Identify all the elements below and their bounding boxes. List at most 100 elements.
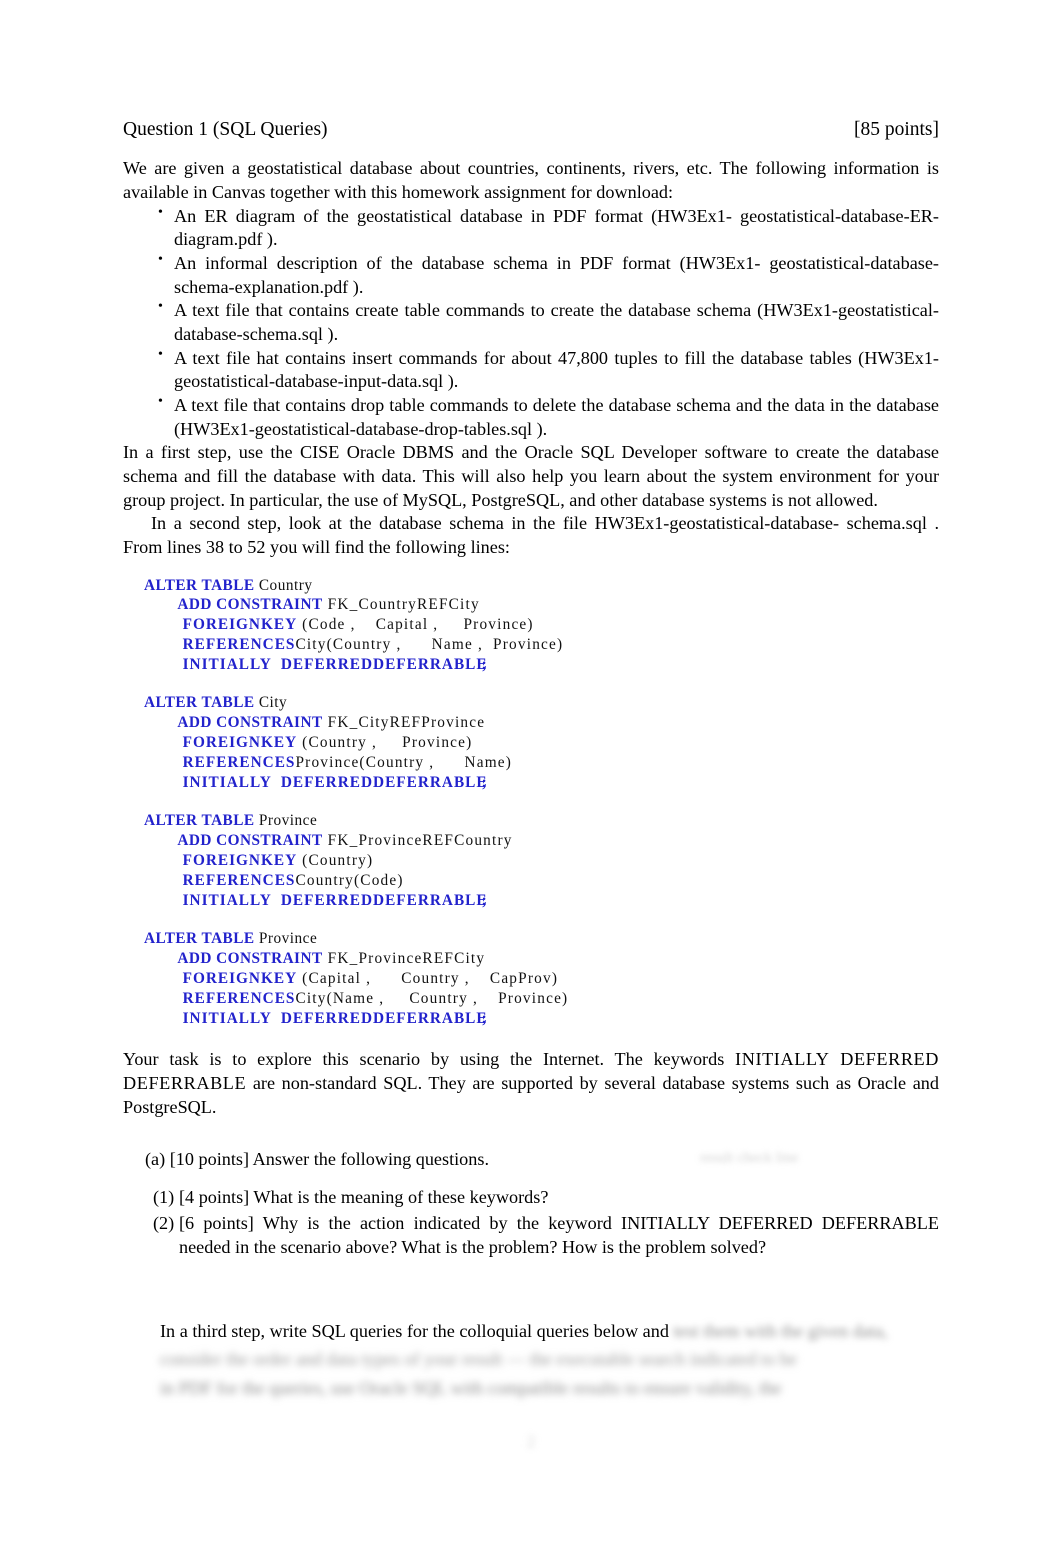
sql-token: ;: [481, 656, 487, 674]
list-item: An informal description of the database …: [158, 251, 939, 299]
intro-paragraph: We are given a geostatistical database a…: [123, 158, 939, 203]
sql-line: ALTER TABLE Country: [144, 576, 939, 596]
sql-token: INITIALLY DEFERRED: [144, 1009, 374, 1027]
sql-token: ;: [481, 774, 487, 792]
sql-token: Country(Code): [295, 871, 404, 889]
sql-token: (Country): [297, 851, 374, 869]
sql-token: DEFERRABLE: [373, 1009, 488, 1027]
subpart-2-text: [6 points] Why is the action indicated b…: [179, 1212, 939, 1257]
sql-token: ALTER TABLE: [144, 929, 255, 947]
part-a-subparts: (1) [4 points] What is the meaning of th…: [153, 1185, 939, 1259]
question-points: [85 points]: [853, 119, 939, 140]
task-paragraph: Your task is to explore this scenario by…: [123, 1047, 939, 1119]
subpart-1-marker: (1): [153, 1186, 175, 1207]
sql-token: ADD CONSTRAINT: [144, 596, 323, 614]
sql-token: FOREIGNKEY: [144, 616, 298, 634]
sql-token: City(Country , Name , Province): [295, 636, 564, 654]
sql-line: ADD CONSTRAINT FK_CountryREFCity: [144, 595, 939, 615]
list-item: A text file hat contains insert commands…: [158, 346, 939, 394]
third-step-blurred-tail: test them with the given data,: [668, 1321, 888, 1341]
list-item: A text file that contains create table c…: [158, 298, 939, 346]
sql-line: ADD CONSTRAINT FK_ProvinceREFCountry: [144, 831, 939, 851]
question-heading: Question 1 (SQL Queries) [85 points]: [123, 118, 939, 142]
download-items-list: An ER diagram of the geostatistical data…: [123, 204, 939, 442]
sql-token: ALTER TABLE: [144, 576, 255, 594]
sql-line: ALTER TABLE Province: [144, 929, 939, 949]
third-step-blurred-line-3: in PDF for the queries, use Oracle SQL w…: [160, 1377, 782, 1398]
sql-token: FOREIGNKEY: [144, 851, 298, 869]
sql-line: FOREIGNKEY (Code , Capital , Province): [144, 615, 939, 635]
sql-line: INITIALLY DEFERREDDEFERRABLE;: [144, 891, 939, 911]
sql-line: FOREIGNKEY (Capital , Country , CapProv): [144, 969, 939, 989]
sql-token: Province(Country , Name): [295, 754, 513, 772]
sql-token: FK_CityREFProvince: [322, 714, 486, 732]
second-step-paragraph: In a second step, look at the database s…: [123, 513, 939, 557]
sql-line: REFERENCESProvince(Country , Name): [144, 753, 939, 773]
ghost-blurred-fragment: result check line: [700, 1150, 799, 1166]
sql-token: INITIALLY DEFERRED: [144, 656, 374, 674]
sql-line: REFERENCESCity(Name , Country , Province…: [144, 989, 939, 1009]
document-page: Question 1 (SQL Queries) [85 points] We …: [0, 0, 1062, 1561]
first-step-paragraph: In a first step, use the CISE Oracle DBM…: [123, 442, 939, 510]
sql-token: ADD CONSTRAINT: [144, 832, 323, 850]
sql-token: INITIALLY DEFERRED: [144, 891, 374, 909]
sql-block-alter-province-country: ALTER TABLE Province ADD CONSTRAINT FK_P…: [144, 811, 939, 911]
third-step-sharp: In a third step, write SQL queries for t…: [160, 1321, 669, 1341]
sql-token: Country: [254, 576, 313, 594]
sql-token: FK_ProvinceREFCity: [322, 949, 486, 967]
sql-line: FOREIGNKEY (Country): [144, 851, 939, 871]
page-number: 2: [526, 1432, 536, 1451]
sql-token: (Country , Province): [297, 734, 473, 752]
sql-line: INITIALLY DEFERREDDEFERRABLE;: [144, 773, 939, 793]
sql-token: ALTER TABLE: [144, 812, 255, 830]
sql-block-alter-country: ALTER TABLE Country ADD CONSTRAINT FK_Co…: [144, 576, 939, 676]
sql-line: REFERENCESCity(Country , Name , Province…: [144, 635, 939, 655]
sql-token: City: [254, 694, 288, 712]
sql-token: FOREIGNKEY: [144, 969, 298, 987]
task-text-before: Your task is to explore this scenario by…: [123, 1048, 736, 1069]
list-item: An ER diagram of the geostatistical data…: [158, 204, 939, 252]
sql-token: REFERENCES: [144, 871, 296, 889]
third-step-blurred-line-2: consider the order and data types of you…: [160, 1349, 797, 1370]
sql-token: ;: [481, 1009, 487, 1027]
subpart-2: (2) [6 points] Why is the action indicat…: [153, 1211, 939, 1259]
sql-line: ADD CONSTRAINT FK_CityREFProvince: [144, 713, 939, 733]
sql-token: REFERENCES: [144, 754, 296, 772]
sql-token: ADD CONSTRAINT: [144, 714, 323, 732]
sql-token: REFERENCES: [144, 989, 296, 1007]
sql-line: REFERENCESCountry(Code): [144, 871, 939, 891]
sql-line: FOREIGNKEY (Country , Province): [144, 733, 939, 753]
sql-token: ;: [481, 891, 487, 909]
sql-line: ALTER TABLE Province: [144, 811, 939, 831]
sql-token: (Capital , Country , CapProv): [297, 969, 559, 987]
list-item: A text file that contains drop table com…: [158, 393, 939, 441]
sql-token: REFERENCES: [144, 636, 296, 654]
sql-token: DEFERRABLE: [373, 656, 488, 674]
sql-block-alter-city: ALTER TABLE City ADD CONSTRAINT FK_CityR…: [144, 693, 939, 793]
sql-token: FOREIGNKEY: [144, 734, 298, 752]
sql-token: INITIALLY DEFERRED: [144, 774, 374, 792]
sql-token: DEFERRABLE: [373, 891, 488, 909]
subpart-1-text: [4 points] What is the meaning of these …: [179, 1186, 549, 1207]
sql-line: INITIALLY DEFERREDDEFERRABLE;: [144, 1009, 939, 1029]
subpart-2-marker: (2): [153, 1212, 175, 1233]
third-step-visible-text: In a third step, write SQL queries for t…: [160, 1321, 888, 1341]
sql-line: ADD CONSTRAINT FK_ProvinceREFCity: [144, 949, 939, 969]
sql-code-listing: ALTER TABLE Country ADD CONSTRAINT FK_Co…: [123, 576, 939, 1029]
sql-token: FK_CountryREFCity: [322, 596, 480, 614]
sql-token: DEFERRABLE: [373, 774, 488, 792]
task-text-after: are non-standard SQL. They are supported…: [123, 1072, 939, 1117]
sql-token: Province: [254, 929, 318, 947]
third-step-paragraph: In a third step, write SQL queries for t…: [160, 1318, 950, 1401]
sql-token: City(Name , Country , Province): [295, 989, 569, 1007]
sql-block-alter-province-city: ALTER TABLE Province ADD CONSTRAINT FK_P…: [144, 929, 939, 1029]
sql-token: ADD CONSTRAINT: [144, 949, 323, 967]
sql-token: ALTER TABLE: [144, 694, 255, 712]
sql-token: (Code , Capital , Province): [297, 616, 534, 634]
sql-line: INITIALLY DEFERREDDEFERRABLE;: [144, 655, 939, 675]
page-title: Question 1 (SQL Queries): [123, 119, 328, 140]
sql-line: ALTER TABLE City: [144, 693, 939, 713]
subpart-1: (1) [4 points] What is the meaning of th…: [153, 1185, 939, 1209]
document-content: Question 1 (SQL Queries) [85 points] We …: [123, 118, 939, 1261]
sql-token: Province: [254, 812, 318, 830]
